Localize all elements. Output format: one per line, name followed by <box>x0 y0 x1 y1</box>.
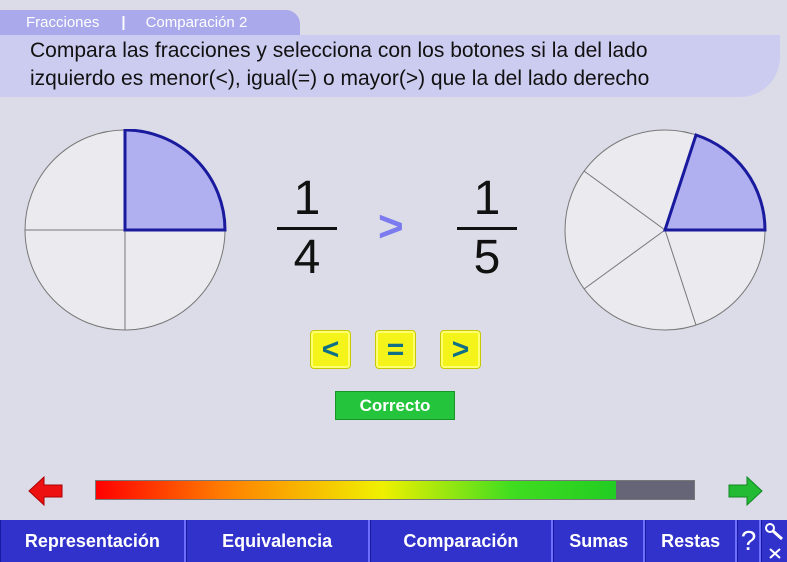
wrench-icon[interactable] <box>764 523 785 541</box>
tools-panel <box>761 520 787 562</box>
left-denominator: 4 <box>293 231 321 284</box>
right-fraction: 1 5 <box>457 175 517 282</box>
help-button[interactable]: ? <box>737 520 762 562</box>
breadcrumb-section: Fracciones <box>26 14 100 31</box>
breadcrumb: Fracciones | Comparación 2 <box>0 10 300 35</box>
left-fraction-bar <box>277 227 337 230</box>
close-icon[interactable] <box>768 547 782 559</box>
comparison-symbol: > <box>378 202 404 251</box>
progress-bar <box>95 480 695 500</box>
nav-item-restas[interactable]: Restas <box>645 520 738 562</box>
left-numerator: 1 <box>293 172 321 225</box>
left-pie-highlight-slice <box>123 129 227 232</box>
nav-item-sumas[interactable]: Sumas <box>553 520 646 562</box>
result-badge: Correcto <box>335 391 455 420</box>
right-numerator: 1 <box>473 172 501 225</box>
instruction-text: Compara las fracciones y selecciona con … <box>30 37 649 93</box>
nav-item-equivalencia[interactable]: Equivalencia <box>185 520 370 562</box>
left-fraction-pie <box>24 129 227 331</box>
right-fraction-pie <box>564 129 767 331</box>
progress-fill <box>96 481 617 499</box>
instruction-panel: Compara las fracciones y selecciona con … <box>0 35 780 97</box>
instruction-line-1: Compara las fracciones y selecciona con … <box>30 39 648 62</box>
equal-button[interactable]: = <box>375 330 416 369</box>
less-than-button[interactable]: < <box>310 330 351 369</box>
greater-than-button[interactable]: > <box>440 330 481 369</box>
breadcrumb-subsection: Comparación 2 <box>145 14 248 31</box>
section-nav: Representación Equivalencia Comparación … <box>0 520 787 562</box>
nav-item-representacion[interactable]: Representación <box>0 520 186 562</box>
left-fraction: 1 4 <box>277 175 337 282</box>
instruction-line-2: izquierdo es menor(<), igual(=) o mayor(… <box>30 67 650 90</box>
arrow-right-icon[interactable] <box>727 476 763 506</box>
right-fraction-bar <box>457 227 517 230</box>
right-denominator: 5 <box>473 231 501 284</box>
nav-item-comparacion[interactable]: Comparación <box>369 520 554 562</box>
arrow-left-icon[interactable] <box>28 476 64 506</box>
breadcrumb-separator: | <box>121 14 126 31</box>
